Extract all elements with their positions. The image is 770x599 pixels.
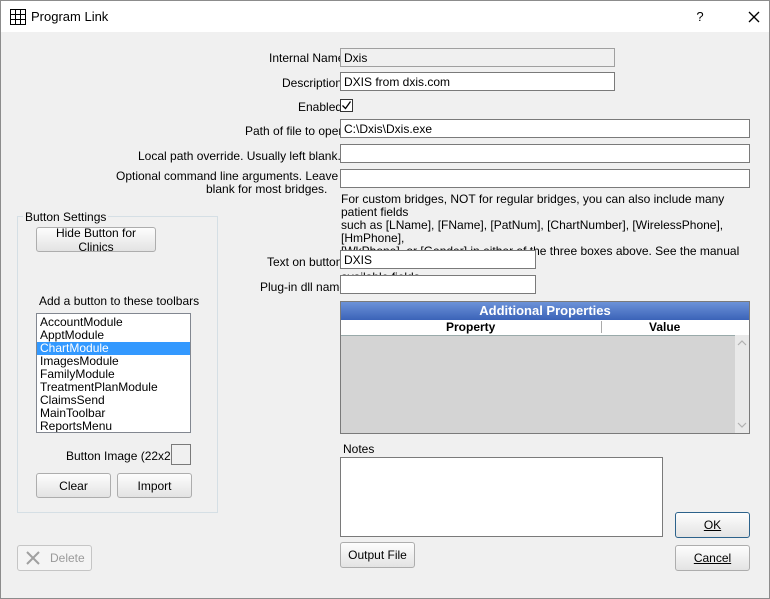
help-text-line: such as [LName], [FName], [PatNum], [Cha… [341,218,724,245]
description-field[interactable]: DXIS from dxis.com [340,72,615,91]
path-label: Path of file to open [245,124,346,138]
scroll-down-icon[interactable] [735,419,749,431]
internal-name-field: Dxis [340,48,615,67]
property-column-header[interactable]: Property [446,320,495,334]
button-settings-title: Button Settings [23,210,109,224]
local-override-field[interactable] [340,144,750,163]
column-divider [601,321,602,333]
plugin-dll-label: Plug-in dll name [260,280,347,294]
toolbars-label: Add a button to these toolbars [39,294,200,308]
button-image-preview [171,444,191,465]
plugin-dll-field[interactable] [340,275,536,294]
delete-x-icon [26,551,40,565]
ok-button[interactable]: OK [675,512,750,538]
button-text-field[interactable]: DXIS [340,250,536,269]
additional-properties-grid[interactable]: Additional Properties Property Value [340,301,750,434]
help-button[interactable]: ? [689,7,711,27]
cancel-button[interactable]: Cancel [675,545,750,571]
scroll-up-icon[interactable] [735,337,749,349]
checkmark-icon [342,101,352,110]
value-column-header[interactable]: Value [649,320,680,334]
help-text: For custom bridges, NOT for regular brid… [341,193,756,284]
close-icon[interactable] [741,5,767,29]
window-title: Program Link [31,9,109,24]
import-button[interactable]: Import [117,473,192,498]
list-item[interactable]: ReportsMenu [37,420,190,433]
dialog-body: Internal Name Dxis Description DXIS from… [1,32,769,598]
internal-name-label: Internal Name [269,51,345,65]
title-bar: Program Link ? [1,1,769,32]
grid-title: Additional Properties [341,302,749,320]
cmd-args-field[interactable] [340,169,750,188]
output-file-button[interactable]: Output File [340,542,415,568]
cmd-args-label-line2: blank for most bridges. [206,182,328,196]
delete-button[interactable]: Delete [17,545,92,571]
notes-field[interactable] [340,457,663,537]
button-image-label: Button Image (22x22) [66,449,182,463]
hide-button-for-clinics-button[interactable]: Hide Button for Clinics [36,226,156,254]
cmd-args-label-line1: Optional command line arguments. Leave t… [116,169,361,183]
clear-button[interactable]: Clear [36,473,111,498]
grid-app-icon [10,9,26,25]
delete-label: Delete [50,551,85,565]
grid-header: Property Value [341,320,749,336]
enabled-checkbox[interactable] [340,99,353,112]
path-field[interactable]: C:\Dxis\Dxis.exe [340,119,750,138]
help-text-line: For custom bridges, NOT for regular brid… [341,192,725,219]
local-override-label: Local path override. Usually left blank. [138,149,341,163]
grid-scrollbar[interactable] [735,335,749,433]
enabled-label: Enabled [298,100,343,114]
button-text-label: Text on button [267,255,343,269]
description-label: Description [282,76,343,90]
toolbars-listbox[interactable]: AccountModule ApptModule ChartModule Ima… [36,313,191,433]
notes-label: Notes [343,442,375,456]
program-link-window: Program Link ? Internal Name Dxis Descri… [0,0,770,599]
